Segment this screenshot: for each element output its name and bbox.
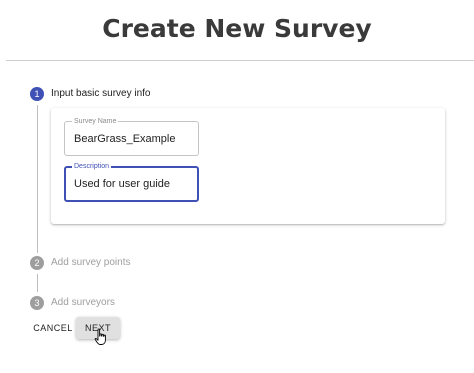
step-connector	[37, 274, 38, 292]
description-field[interactable]: Description Used for user guide	[64, 162, 199, 202]
survey-name-label: Survey Name	[72, 117, 119, 126]
step-2-label[interactable]: Add survey points	[51, 256, 131, 270]
step-1-number: 1	[30, 87, 44, 101]
step-connector	[37, 105, 38, 253]
step-2-number: 2	[30, 256, 44, 270]
hand-pointer-icon	[94, 328, 106, 345]
step-1-label[interactable]: Input basic survey info	[51, 87, 151, 101]
survey-name-value[interactable]: BearGrass_Example	[74, 133, 176, 145]
description-label: Description	[72, 162, 112, 171]
title-divider	[6, 60, 474, 61]
page-title: Create New Survey	[102, 14, 372, 43]
survey-name-field[interactable]: Survey Name BearGrass_Example	[64, 117, 199, 156]
step-3-number: 3	[30, 296, 44, 310]
step-3-label[interactable]: Add surveyors	[51, 296, 115, 310]
description-value[interactable]: Used for user guide	[74, 178, 170, 190]
cancel-button[interactable]: CANCEL	[32, 318, 74, 338]
